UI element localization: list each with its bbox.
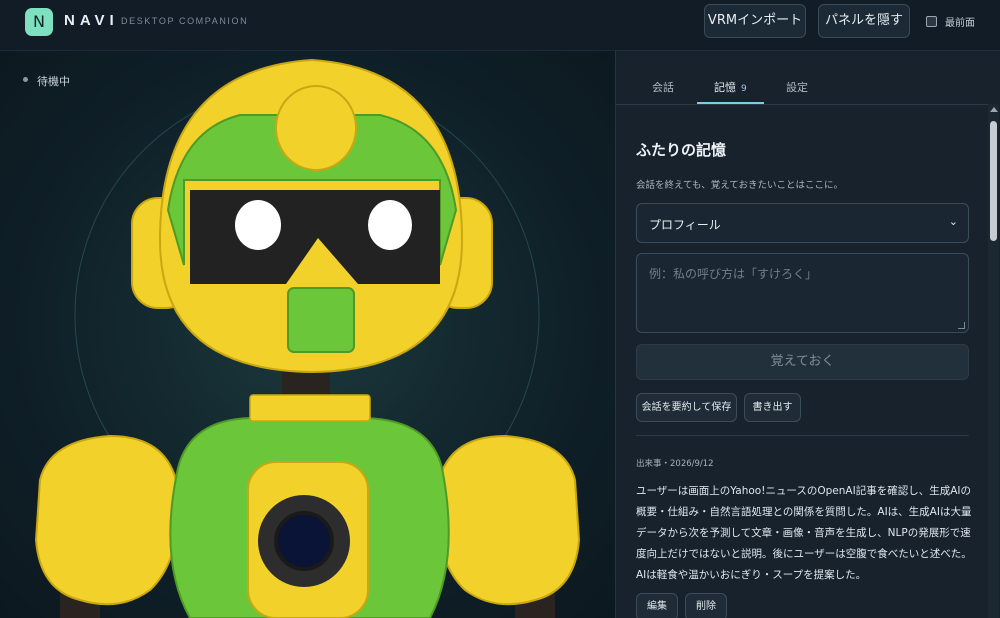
summarize-save-button[interactable]: 会話を要約して保存	[636, 393, 737, 422]
robot-forehead-emblem	[275, 85, 357, 171]
app-subtitle: DESKTOP COMPANION	[121, 16, 249, 26]
memory-textarea[interactable]: 例：私の呼び方は「すけろく」	[636, 253, 969, 333]
always-on-top-checkbox[interactable]	[926, 16, 937, 27]
memory-category-select[interactable]: プロフィール ⌄	[636, 203, 969, 243]
memory-entry-meta: 出来事・2026/9/12	[636, 459, 714, 469]
tab-bar: 会話 記憶 9 設定	[616, 51, 991, 105]
side-panel: 会話 記憶 9 設定 ふたりの記憶 会話を終えても、覚えておきたいことはここに。 …	[615, 51, 1000, 618]
robot-eye-right	[368, 200, 412, 250]
robot-chest-lens	[274, 511, 334, 571]
robot-collar	[249, 394, 371, 422]
active-tab-indicator	[697, 102, 764, 104]
remember-button[interactable]: 覚えておく	[636, 344, 969, 380]
status-dot-icon	[23, 77, 28, 82]
edit-memory-button[interactable]: 編集	[636, 593, 678, 618]
memory-title: ふたりの記憶	[636, 141, 727, 159]
delete-memory-button[interactable]: 削除	[685, 593, 727, 618]
scroll-up-arrow-icon[interactable]	[990, 107, 998, 112]
memory-input-placeholder: 例：私の呼び方は「すけろく」	[649, 267, 818, 281]
memory-description: 会話を終えても、覚えておきたいことはここに。	[636, 180, 844, 191]
tab-chat[interactable]: 会話	[652, 79, 674, 95]
memory-entry-text: ユーザーは画面上のYahoo!ニュースのOpenAI記事を確認し、生成AIの概要…	[636, 485, 972, 581]
chevron-down-icon: ⌄	[948, 215, 958, 228]
robot-shoulder-left	[34, 434, 180, 606]
robot-eye-left	[235, 200, 281, 250]
category-selected-value: プロフィール	[649, 218, 721, 232]
vrm-import-button[interactable]: VRMインポート	[704, 4, 806, 38]
divider	[636, 435, 969, 436]
always-on-top-label: 最前面	[945, 18, 975, 29]
export-button[interactable]: 書き出す	[744, 393, 801, 422]
tab-settings[interactable]: 設定	[786, 79, 808, 95]
robot-mouth	[287, 287, 355, 353]
hide-panel-button[interactable]: パネルを隠す	[818, 4, 910, 38]
robot-avatar	[34, 58, 581, 618]
app-logo: N	[25, 8, 53, 36]
avatar-stage[interactable]: 待機中	[0, 51, 615, 618]
tab-memory[interactable]: 記憶 9	[714, 79, 747, 95]
scrollbar-thumb[interactable]	[990, 121, 997, 241]
resize-grip-icon[interactable]	[958, 322, 965, 329]
robot-shoulder-right	[435, 434, 581, 606]
app-header: N NAVI DESKTOP COMPANION VRMインポート パネルを隠す…	[0, 0, 1000, 51]
tab-memory-label: 記憶	[714, 81, 736, 94]
avatar-status: 待機中	[37, 75, 70, 88]
app-name: NAVI	[64, 12, 119, 29]
memory-count-badge: 9	[741, 84, 747, 94]
